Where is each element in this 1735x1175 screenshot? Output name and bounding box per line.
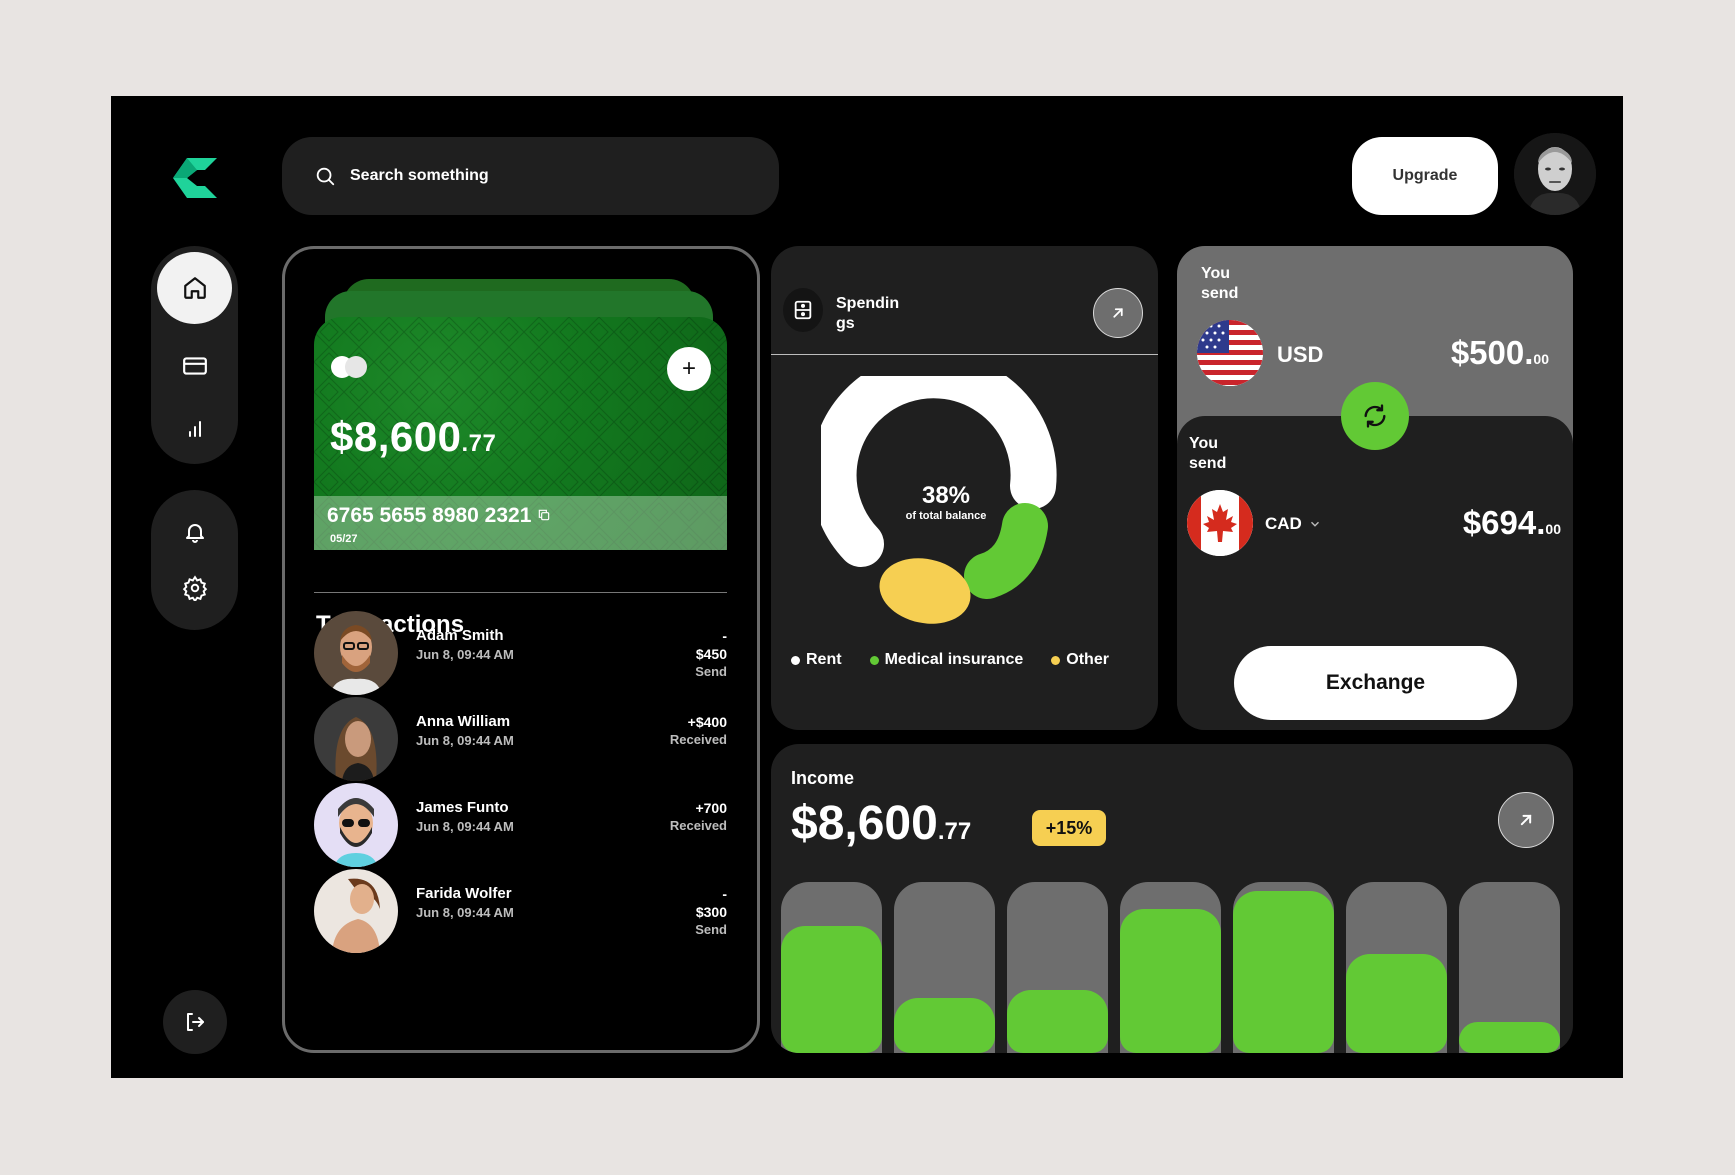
card-number: 6765 5655 8980 2321 xyxy=(327,504,551,528)
arrow-up-right-icon xyxy=(1113,308,1123,318)
wallet-panel: + $8,600.77 6765 5655 8980 2321 05/27 Tr… xyxy=(282,246,760,1053)
logout-icon xyxy=(187,1013,204,1031)
transaction-amount: - $450 Send xyxy=(695,628,727,679)
to-label: You send xyxy=(1189,435,1227,472)
income-bar-4[interactable] xyxy=(1120,882,1221,1053)
donut-segment-medical xyxy=(964,503,1048,599)
app-logo xyxy=(173,158,217,198)
search-input[interactable] xyxy=(350,167,730,185)
donut-segment-other xyxy=(879,558,971,624)
income-bar-5[interactable] xyxy=(1233,882,1334,1053)
transaction-amount: +700 Received xyxy=(669,800,727,833)
transaction-amount: +$400 Received xyxy=(669,714,727,747)
transaction-row[interactable]: Adam Smith Jun 8, 09:44 AM - $450 Send xyxy=(314,611,727,697)
to-currency-select[interactable]: CAD xyxy=(1265,514,1322,534)
home-icon xyxy=(183,277,206,299)
income-bar-7[interactable] xyxy=(1459,882,1560,1053)
canada-flag-icon xyxy=(1187,490,1253,556)
exchange-button[interactable]: Exchange xyxy=(1234,646,1517,720)
swap-currency-button[interactable] xyxy=(1341,382,1409,450)
income-bar-6[interactable] xyxy=(1346,882,1447,1053)
income-bar-fill xyxy=(1007,990,1108,1053)
transaction-name: Anna William xyxy=(416,713,511,730)
legend-item-medical: Medical insurance xyxy=(869,651,1023,669)
legend-item-other: Other xyxy=(1051,651,1109,669)
copy-icon[interactable] xyxy=(537,508,551,522)
transaction-row[interactable]: James Funto Jun 8, 09:44 AM +700 Receive… xyxy=(314,783,727,869)
avatar xyxy=(314,783,398,867)
upgrade-button[interactable]: Upgrade xyxy=(1352,137,1498,215)
chart-icon xyxy=(188,421,201,437)
spendings-panel: Spendings 38% of total balance Rent Medi… xyxy=(771,246,1158,730)
income-open-button[interactable] xyxy=(1498,792,1554,848)
bank-card[interactable]: + $8,600.77 6765 5655 8980 2321 05/27 xyxy=(314,317,727,550)
card-brand-icon xyxy=(331,356,367,378)
search-icon xyxy=(316,167,335,186)
income-amount: $8,600.77 xyxy=(791,797,972,850)
avatar xyxy=(314,869,398,953)
avatar xyxy=(314,611,398,695)
income-bar-fill xyxy=(781,926,882,1053)
transaction-row[interactable]: Anna William Jun 8, 09:44 AM +$400 Recei… xyxy=(314,697,727,783)
logout-button[interactable] xyxy=(163,990,227,1054)
add-card-button[interactable]: + xyxy=(667,347,711,391)
income-change-badge: +15% xyxy=(1032,810,1106,846)
card-expiry: 05/27 xyxy=(330,533,358,545)
from-amount[interactable]: $500.00 xyxy=(1451,334,1549,372)
sidebar-nav-secondary xyxy=(151,490,238,630)
spendings-percent: 38% xyxy=(921,482,971,509)
sidebar-nav-main xyxy=(151,246,238,464)
legend-item-rent: Rent xyxy=(791,651,842,669)
sidebar-item-settings[interactable] xyxy=(157,552,232,624)
transaction-date: Jun 8, 09:44 AM xyxy=(416,733,514,748)
transaction-row[interactable]: Farida Wolfer Jun 8, 09:44 AM - $300 Sen… xyxy=(314,869,727,955)
to-currency: CAD xyxy=(1265,514,1302,533)
income-bar-fill xyxy=(1233,891,1334,1053)
chevron-down-icon xyxy=(1310,521,1319,527)
bell-icon xyxy=(185,524,204,543)
spendings-percent-label: of total balance xyxy=(905,510,987,522)
refresh-icon xyxy=(1364,404,1386,428)
income-bar-1[interactable] xyxy=(781,882,882,1053)
gear-icon xyxy=(182,575,207,601)
transaction-name: Adam Smith xyxy=(416,627,504,644)
spendings-legend: Rent Medical insurance Other xyxy=(791,651,1109,669)
app-frame: Upgrade xyxy=(111,96,1623,1078)
transaction-name: James Funto xyxy=(416,799,509,816)
search-bar[interactable] xyxy=(282,137,779,215)
income-panel: Income $8,600.77 +15% xyxy=(771,744,1573,1053)
transaction-amount: - $300 Send xyxy=(695,886,727,937)
to-amount[interactable]: $694.00 xyxy=(1463,504,1561,542)
transaction-date: Jun 8, 09:44 AM xyxy=(416,647,514,662)
user-avatar[interactable] xyxy=(1514,133,1596,215)
exchange-panel: You send USD $500.00 You send CAD $694.0… xyxy=(1177,246,1573,730)
avatar xyxy=(314,697,398,781)
arrow-up-right-icon xyxy=(1520,814,1532,826)
transaction-date: Jun 8, 09:44 AM xyxy=(416,819,514,834)
sidebar-item-home[interactable] xyxy=(157,252,232,324)
income-bar-fill xyxy=(1346,954,1447,1053)
spendings-title: Spendings xyxy=(836,295,900,332)
transaction-name: Farida Wolfer xyxy=(416,885,512,902)
from-currency[interactable]: USD xyxy=(1277,342,1323,368)
spendings-open-button[interactable] xyxy=(1093,288,1143,338)
card-balance: $8,600.77 xyxy=(330,413,497,460)
income-bar-fill xyxy=(1120,909,1221,1053)
income-title: Income xyxy=(791,768,855,788)
from-label: You send xyxy=(1201,265,1239,302)
income-bar-chart xyxy=(781,882,1563,1053)
transaction-date: Jun 8, 09:44 AM xyxy=(416,905,514,920)
wallet-icon xyxy=(783,288,823,332)
usa-flag-icon xyxy=(1197,320,1263,386)
income-bar-fill xyxy=(1459,1022,1560,1053)
income-bar-3[interactable] xyxy=(1007,882,1108,1053)
wallet-divider xyxy=(314,592,727,593)
income-bar-2[interactable] xyxy=(894,882,995,1053)
income-bar-fill xyxy=(894,998,995,1053)
sidebar-item-stats[interactable] xyxy=(157,392,232,464)
card-icon xyxy=(182,357,207,375)
spendings-divider xyxy=(771,354,1158,355)
